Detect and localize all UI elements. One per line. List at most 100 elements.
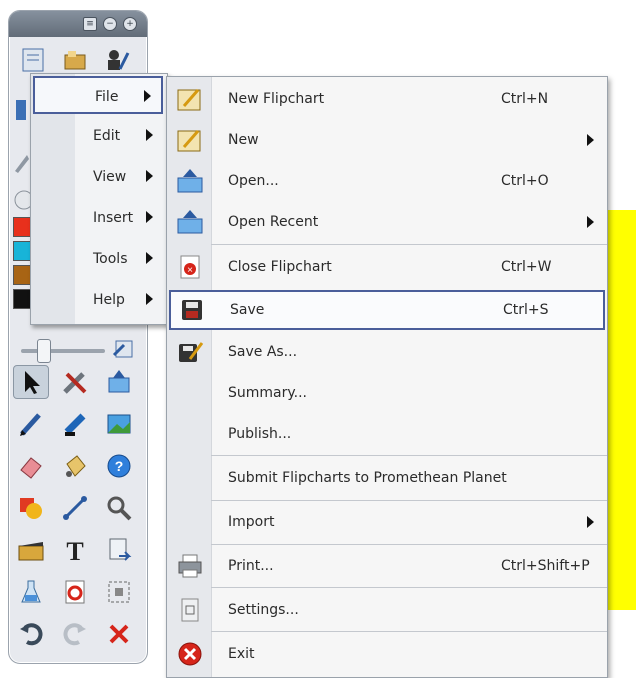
- menu-item-label: File: [95, 89, 119, 105]
- toolbox-header[interactable]: ≡ − +: [9, 11, 147, 37]
- menu-item-shortcut: Ctrl+W: [501, 259, 552, 275]
- menu-item-close-flipchart[interactable]: × Close Flipchart Ctrl+W: [167, 247, 607, 287]
- undo-arrow-icon[interactable]: [105, 331, 141, 365]
- menu-item-save-as[interactable]: Save As...: [167, 332, 607, 372]
- main-menu-item-insert[interactable]: Insert: [33, 199, 163, 237]
- menu-item-summary[interactable]: Summary...: [167, 373, 607, 413]
- menu-item-label: Publish...: [228, 426, 292, 442]
- menu-separator: [211, 631, 607, 632]
- new-icon: [175, 126, 205, 154]
- close-flipchart-icon: ×: [175, 253, 205, 281]
- submenu-arrow-icon: [146, 129, 153, 141]
- main-menu-item-tools[interactable]: Tools: [33, 240, 163, 278]
- pen-width-slider-track[interactable]: [21, 349, 105, 353]
- connector-icon[interactable]: [57, 491, 93, 525]
- user-icon[interactable]: [99, 43, 135, 77]
- printer-icon: [175, 552, 205, 580]
- svg-text:×: ×: [187, 265, 193, 276]
- menu-item-label: New Flipchart: [228, 91, 325, 107]
- svg-text:T: T: [66, 537, 83, 564]
- new-flipchart-icon: [175, 85, 205, 113]
- main-menu-item-help[interactable]: Help: [33, 281, 163, 319]
- menu-separator: [211, 587, 607, 588]
- help-icon[interactable]: ?: [101, 449, 137, 483]
- clapperboard-icon[interactable]: [13, 533, 49, 567]
- save-as-icon: [175, 338, 205, 366]
- text-tool-icon[interactable]: T: [57, 533, 93, 567]
- main-menu-item-view[interactable]: View: [33, 158, 163, 196]
- highlighter-icon[interactable]: [57, 407, 93, 441]
- submenu-arrow-icon: [146, 293, 153, 305]
- menu-item-label: Settings...: [228, 602, 299, 618]
- menu-item-shortcut: Ctrl+S: [503, 302, 549, 318]
- submenu-arrow-icon: [144, 90, 151, 102]
- shape-icon[interactable]: [13, 491, 49, 525]
- menu-item-shortcut: Ctrl+N: [501, 91, 549, 107]
- grid-select-icon[interactable]: [101, 575, 137, 609]
- menu-item-label: Insert: [93, 210, 134, 226]
- menu-item-publish[interactable]: Publish...: [167, 414, 607, 454]
- magnifier-icon[interactable]: [101, 491, 137, 525]
- flask-icon[interactable]: [13, 575, 49, 609]
- menu-item-open-recent[interactable]: Open Recent: [167, 202, 607, 242]
- menu-item-new[interactable]: New: [167, 120, 607, 160]
- undo-icon[interactable]: [13, 617, 49, 651]
- main-menu-item-file[interactable]: File: [33, 76, 163, 114]
- submenu-arrow-icon: [146, 211, 153, 223]
- pen-width-slider-knob[interactable]: [37, 339, 51, 363]
- tools-icon[interactable]: [57, 365, 93, 399]
- toolbox-add-icon[interactable]: +: [123, 17, 137, 31]
- submenu-arrow-icon: [587, 134, 594, 146]
- toolbox-minimize-icon[interactable]: −: [103, 17, 117, 31]
- redo-icon[interactable]: [57, 617, 93, 651]
- menu-item-import[interactable]: Import: [167, 502, 607, 542]
- dial-icon[interactable]: [11, 183, 31, 217]
- menu-item-print[interactable]: Print... Ctrl+Shift+P: [167, 546, 607, 586]
- fill-bucket-icon[interactable]: [57, 449, 93, 483]
- submenu-arrow-icon: [146, 252, 153, 264]
- menu-item-shortcut: Ctrl+O: [501, 173, 549, 189]
- resource-browser-icon[interactable]: [57, 43, 93, 77]
- menu-item-submit-flipcharts[interactable]: Submit Flipcharts to Promethean Planet: [167, 458, 607, 498]
- marker-tool-icon[interactable]: [11, 147, 31, 181]
- save-icon: [177, 296, 207, 324]
- menu-item-label: Submit Flipcharts to Promethean Planet: [228, 470, 507, 486]
- menu-item-exit[interactable]: Exit: [167, 634, 607, 674]
- open-recent-icon: [175, 208, 205, 236]
- submenu-arrow-icon: [587, 516, 594, 528]
- pen-tool-icon[interactable]: [11, 93, 31, 127]
- select-arrow-icon[interactable]: [13, 365, 49, 399]
- page-export-icon[interactable]: [101, 533, 137, 567]
- eraser-icon[interactable]: [13, 449, 49, 483]
- menu-item-label: Open Recent: [228, 214, 319, 230]
- reset-page-icon[interactable]: [57, 575, 93, 609]
- menu-item-label: View: [93, 169, 127, 185]
- main-menu: File Edit View Insert Tools Help: [30, 73, 168, 325]
- main-menu-item-edit[interactable]: Edit: [33, 117, 163, 155]
- settings-icon: [175, 596, 205, 624]
- menu-separator: [211, 244, 607, 245]
- close-red-x-icon[interactable]: [101, 617, 137, 651]
- menu-item-label: Import: [228, 514, 275, 530]
- menu-item-label: Close Flipchart: [228, 259, 332, 275]
- image-icon[interactable]: [101, 407, 137, 441]
- pen-icon[interactable]: [13, 407, 49, 441]
- menu-item-label: Tools: [93, 251, 128, 267]
- submenu-arrow-icon: [587, 216, 594, 228]
- menu-item-new-flipchart[interactable]: New Flipchart Ctrl+N: [167, 79, 607, 119]
- menu-item-open[interactable]: Open... Ctrl+O: [167, 161, 607, 201]
- menu-item-save[interactable]: Save Ctrl+S: [169, 290, 605, 330]
- menu-item-label: Edit: [93, 128, 121, 144]
- menu-separator: [211, 455, 607, 456]
- menu-separator: [211, 500, 607, 501]
- toolbox-menu-icon[interactable]: ≡: [83, 17, 97, 31]
- menu-item-label: New: [228, 132, 259, 148]
- menu-item-label: Help: [93, 292, 125, 308]
- flipchart-browser-icon[interactable]: [15, 43, 51, 77]
- menu-item-label: Open...: [228, 173, 279, 189]
- menu-item-label: Exit: [228, 646, 255, 662]
- exit-icon: [175, 640, 205, 668]
- menu-item-label: Save As...: [228, 344, 298, 360]
- menu-item-settings[interactable]: Settings...: [167, 590, 607, 630]
- upload-icon[interactable]: [101, 365, 137, 399]
